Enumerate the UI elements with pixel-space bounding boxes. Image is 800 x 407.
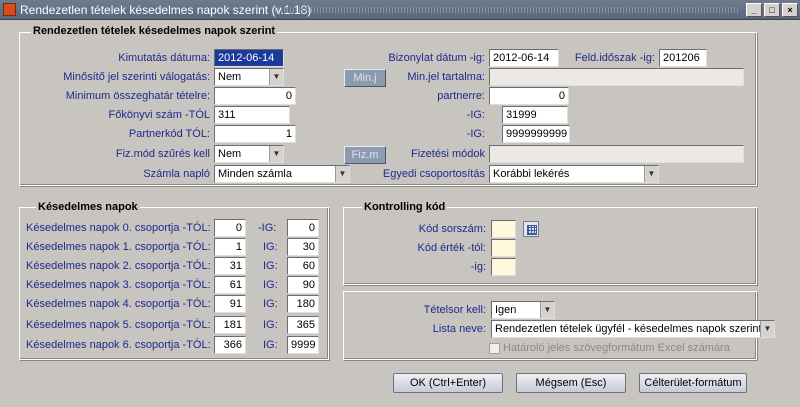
window-title: Rendezetlen tételek késedelmes napok sze… [20,3,312,17]
feld-idoszak-input[interactable]: 201206 [659,49,707,67]
kesedelmes-tol-input[interactable]: 1 [214,238,246,256]
title-bar[interactable]: Rendezetlen tételek késedelmes napok sze… [0,0,800,20]
partnerre-label: partnerre: [437,90,485,102]
egyedi-select[interactable]: Korábbi lekérés ▼ [489,165,659,183]
excel-format-checkbox[interactable] [489,343,500,354]
kesedelmes-ig-input[interactable]: 180 [287,295,319,313]
minosito-select[interactable]: Nem ▼ [214,68,284,86]
minimum-input[interactable]: 0 [214,87,296,105]
fizetesi-modok-input[interactable] [489,145,744,163]
egyedi-label: Egyedi csoportosítás [382,168,485,180]
chevron-down-icon: ▼ [540,302,554,318]
kesedelmes-ig-label: IG: [263,339,278,351]
partnerre-input[interactable]: 0 [489,87,569,105]
kod-sorszam-input[interactable] [491,220,516,238]
kesedelmes-title: Késedelmes napok [36,201,140,213]
kesedelmes-tol-input[interactable]: 61 [214,276,246,294]
kesedelmes-ig-label: IG: [263,241,278,253]
kesedelmes-ig-input[interactable]: 365 [287,316,319,334]
kesedelmes-row-label: Késedelmes napok 1. csoportja -TÓL: [26,241,211,253]
feld-idoszak-label: Feld.időszak -ig: [574,52,655,64]
kesedelmes-tol-input[interactable]: 366 [214,336,246,354]
szamla-naplo-label: Számla napló [143,168,210,180]
partnerkod-ig-label: -IG: [466,128,485,140]
chevron-down-icon: ▼ [760,321,774,337]
title-grip [275,7,740,13]
fizmod-label: Fiz.mód szűrés kell [115,148,210,160]
kesedelmes-ig-input[interactable]: 30 [287,238,319,256]
lista-neve-label: Lista neve: [432,323,486,335]
cancel-button[interactable]: Mégsem (Esc) [516,373,626,393]
tetelsor-value: Igen [495,304,517,316]
chevron-down-icon: ▼ [335,166,349,182]
kesedelmes-ig-input[interactable]: 9999 [287,336,319,354]
kimutatas-datuma-input[interactable]: 2012-06-14 [214,49,284,67]
app-icon [3,3,16,16]
lista-neve-value: Rendezetlen tételek ügyfél - késedelmes … [495,323,762,335]
kod-ertek-tol-label: Kód érték -tól: [417,242,486,254]
kesedelmes-ig-label: IG: [263,279,278,291]
minimum-label: Minimum összeghatár tételre: [65,90,210,102]
close-button[interactable]: × [782,3,798,17]
chevron-down-icon: ▼ [269,69,283,85]
kesedelmes-ig-label: IG: [263,319,278,331]
minj-button[interactable]: Min.j [344,69,386,87]
fokonyvi-label: Főkönyvi szám -TÓL [108,109,210,121]
kesedelmes-row-label: Késedelmes napok 6. csoportja -TÓL: [26,339,211,351]
fizmod-value: Nem [218,148,242,160]
chevron-down-icon: ▼ [269,146,283,162]
kimutatas-datuma-label: Kimutatás dátuma: [118,52,210,64]
kesedelmes-row-label: Késedelmes napok 0. csoportja -TÓL: [26,222,211,234]
bizonylat-datum-input[interactable]: 2012-06-14 [489,49,559,67]
kesedelmes-ig-input[interactable]: 0 [287,219,319,237]
kontrolling-title: Kontrolling kód [362,201,448,213]
egyedi-value: Korábbi lekérés [493,168,570,180]
chevron-down-icon: ▼ [644,166,658,182]
kod-ertek-ig-label: -ig: [470,261,486,273]
fokonyvi-tol-input[interactable]: 311 [214,106,290,124]
excel-format-label: Határoló jeles szövegformátum Excel szám… [503,342,730,354]
partnerkod-tol-input[interactable]: 1 [214,125,296,143]
kesedelmes-ig-label: IG: [263,260,278,272]
partnerkod-ig-input[interactable]: 9999999999 [502,125,570,143]
kesedelmes-ig-label: -IG: [258,222,277,234]
szamla-naplo-select[interactable]: Minden számla ▼ [214,165,350,183]
minjel-tartalma-label: Min.jel tartalma: [407,71,485,83]
szamla-naplo-value: Minden számla [218,168,292,180]
kesedelmes-ig-input[interactable]: 60 [287,257,319,275]
minjel-tartalma-input[interactable] [489,68,744,86]
kesedelmes-row-label: Késedelmes napok 3. csoportja -TÓL: [26,279,211,291]
list-lookup-icon[interactable] [523,221,539,237]
kod-sorszam-label: Kód sorszám: [418,223,486,235]
fizmod-select[interactable]: Nem ▼ [214,145,284,163]
kesedelmes-ig-label: IG: [263,298,278,310]
kod-ertek-tol-input[interactable] [491,239,516,257]
tetelsor-select[interactable]: Igen ▼ [491,301,555,319]
kesedelmes-ig-input[interactable]: 90 [287,276,319,294]
minosito-label: Minősítő jel szerinti válogatás: [63,71,210,83]
kesedelmes-row-label: Késedelmes napok 5. csoportja -TÓL: [26,319,211,331]
main-frame-title: Rendezetlen tételek késedelmes napok sze… [31,25,278,37]
kesedelmes-row-label: Késedelmes napok 2. csoportja -TÓL: [26,260,211,272]
fizm-button[interactable]: Fiz.m [344,146,386,164]
format-button[interactable]: Célterület-formátum [639,373,747,393]
kesedelmes-tol-input[interactable]: 31 [214,257,246,275]
kesedelmes-tol-input[interactable]: 0 [214,219,246,237]
lista-neve-select[interactable]: Rendezetlen tételek ügyfél - késedelmes … [491,320,775,338]
kesedelmes-tol-input[interactable]: 91 [214,295,246,313]
kod-ertek-ig-input[interactable] [491,258,516,276]
minimize-button[interactable]: _ [746,3,762,17]
fokonyvi-ig-input[interactable]: 31999 [502,106,568,124]
tetelsor-label: Tételsor kell: [423,304,486,316]
maximize-button[interactable]: □ [764,3,780,17]
kesedelmes-tol-input[interactable]: 181 [214,316,246,334]
fizetesi-modok-label: Fizetési módok [411,148,485,160]
fokonyvi-ig-label: -IG: [466,109,485,121]
bizonylat-datum-label: Bizonylat dátum -ig: [388,52,485,64]
kesedelmes-row-label: Késedelmes napok 4. csoportja -TÓL: [26,298,211,310]
minosito-value: Nem [218,71,242,83]
partnerkod-label: Partnerkód TÓL: [128,128,210,140]
ok-button[interactable]: OK (Ctrl+Enter) [393,373,503,393]
